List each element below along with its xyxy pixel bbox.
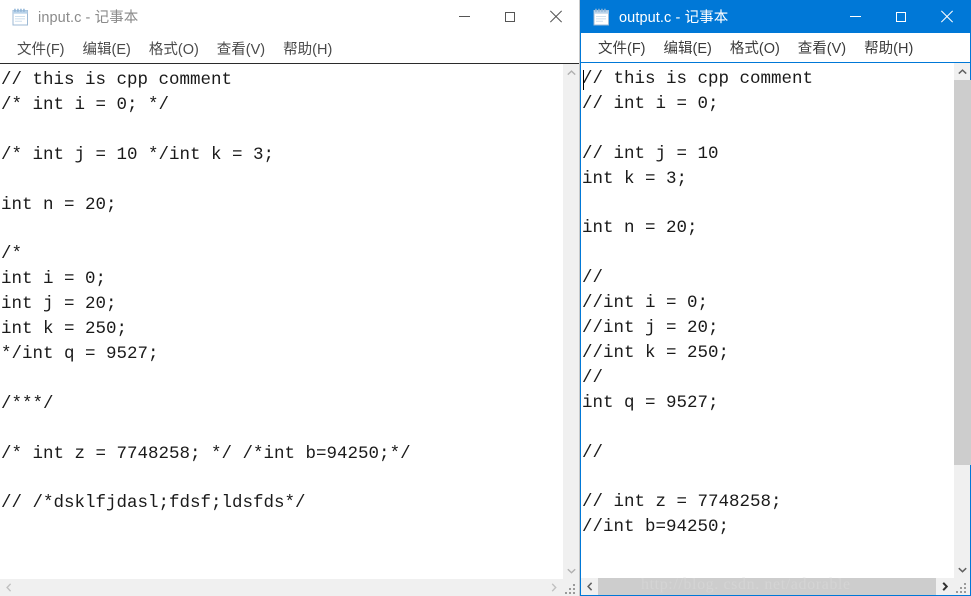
notepad-icon [593,8,610,26]
menu-item-file[interactable]: 文件(F) [589,35,655,60]
resize-corner-right[interactable] [953,578,970,595]
minimize-button[interactable] [832,0,878,33]
window-input-c[interactable]: input.c - 记事本 文件(F) 编辑(E) 格式(O) 查看(V) 帮助… [0,0,580,596]
text-caret [583,70,584,90]
minimize-icon [458,16,470,17]
chevron-right-icon[interactable] [545,579,562,596]
chevron-right-icon[interactable] [936,578,953,595]
edit-area-input-c: // this is cpp comment /* int i = 0; */ … [0,63,579,596]
maximize-button[interactable] [487,0,533,33]
chevron-up-icon[interactable] [954,63,971,80]
horizontal-scrollbar-left[interactable] [0,579,562,596]
window-output-c[interactable]: output.c - 记事本 文件(F) 编辑(E) 格式(O) 查看(V) 帮… [580,0,971,596]
code-content-input-c: // this is cpp comment /* int i = 0; */ … [1,70,411,514]
vertical-scrollbar-left[interactable] [562,64,579,579]
window-title-input-c: input.c - 记事本 [38,10,139,26]
minimize-icon [849,16,861,17]
titlebar-input-c[interactable]: input.c - 记事本 [0,0,579,34]
menubar-output-c: 文件(F) 编辑(E) 格式(O) 查看(V) 帮助(H) [581,33,970,62]
menu-item-help[interactable]: 帮助(H) [274,36,341,61]
titlebar-output-c[interactable]: output.c - 记事本 [581,0,970,33]
menu-item-edit[interactable]: 编辑(E) [655,35,721,60]
resize-corner-left[interactable] [562,579,579,596]
desktop-root: input.c - 记事本 文件(F) 编辑(E) 格式(O) 查看(V) 帮助… [0,0,971,596]
resize-grip-icon [563,580,578,595]
maximize-button[interactable] [878,0,924,33]
menu-item-format[interactable]: 格式(O) [721,35,789,60]
chevron-up-icon[interactable] [563,64,580,81]
menu-item-file[interactable]: 文件(F) [8,36,74,61]
menu-item-help[interactable]: 帮助(H) [855,35,922,60]
menu-item-format[interactable]: 格式(O) [140,36,208,61]
menu-item-edit[interactable]: 编辑(E) [74,36,140,61]
chevron-left-icon[interactable] [0,579,17,596]
edit-row-left: // this is cpp comment /* int i = 0; */ … [0,64,579,579]
code-content-output-c: // this is cpp comment // int i = 0; // … [582,69,814,538]
hscroll-row-right: http://blog. csdn. net/adorable [581,576,970,595]
menu-item-view[interactable]: 查看(V) [789,35,855,60]
horizontal-scrollbar-right[interactable] [581,578,953,595]
close-icon [940,10,954,24]
maximize-icon [896,11,906,22]
resize-grip-icon [954,579,969,594]
window-title-output-c: output.c - 记事本 [619,10,729,26]
window-controls-right [832,0,970,33]
menu-item-view[interactable]: 查看(V) [208,36,274,61]
minimize-button[interactable] [441,0,487,33]
chevron-left-icon[interactable] [581,578,598,595]
close-icon [549,10,563,24]
maximize-icon [505,11,515,22]
hscroll-row-left [0,579,579,596]
edit-row-right: // this is cpp comment // int i = 0; // … [581,63,971,578]
text-editor-output-c[interactable]: // this is cpp comment // int i = 0; // … [581,63,953,578]
vertical-scrollbar-thumb[interactable] [954,80,971,465]
window-controls-left [441,0,579,33]
close-button[interactable] [924,0,970,33]
text-editor-input-c[interactable]: // this is cpp comment /* int i = 0; */ … [0,64,562,579]
chevron-down-icon[interactable] [563,562,580,579]
close-button[interactable] [533,0,579,33]
horizontal-scrollbar-thumb[interactable] [598,578,936,595]
menubar-input-c: 文件(F) 编辑(E) 格式(O) 查看(V) 帮助(H) [0,34,579,63]
notepad-icon [12,8,29,26]
edit-area-output-c: // this is cpp comment // int i = 0; // … [581,62,971,595]
vertical-scrollbar-right[interactable] [953,63,971,578]
chevron-down-icon[interactable] [954,561,971,578]
